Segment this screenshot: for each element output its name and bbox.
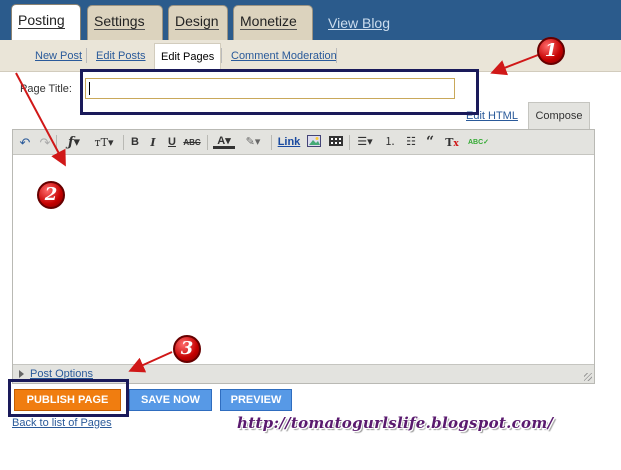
- annotation-badge-3: 3: [173, 335, 201, 363]
- annotation-badge-2: 2: [37, 181, 65, 209]
- annotation-arrows: [15, 54, 539, 373]
- arrow-to-publish: [128, 351, 173, 373]
- arrow-to-editor: [15, 72, 66, 167]
- arrow-to-title: [490, 54, 539, 76]
- annotation-badge-1: 1: [537, 37, 565, 65]
